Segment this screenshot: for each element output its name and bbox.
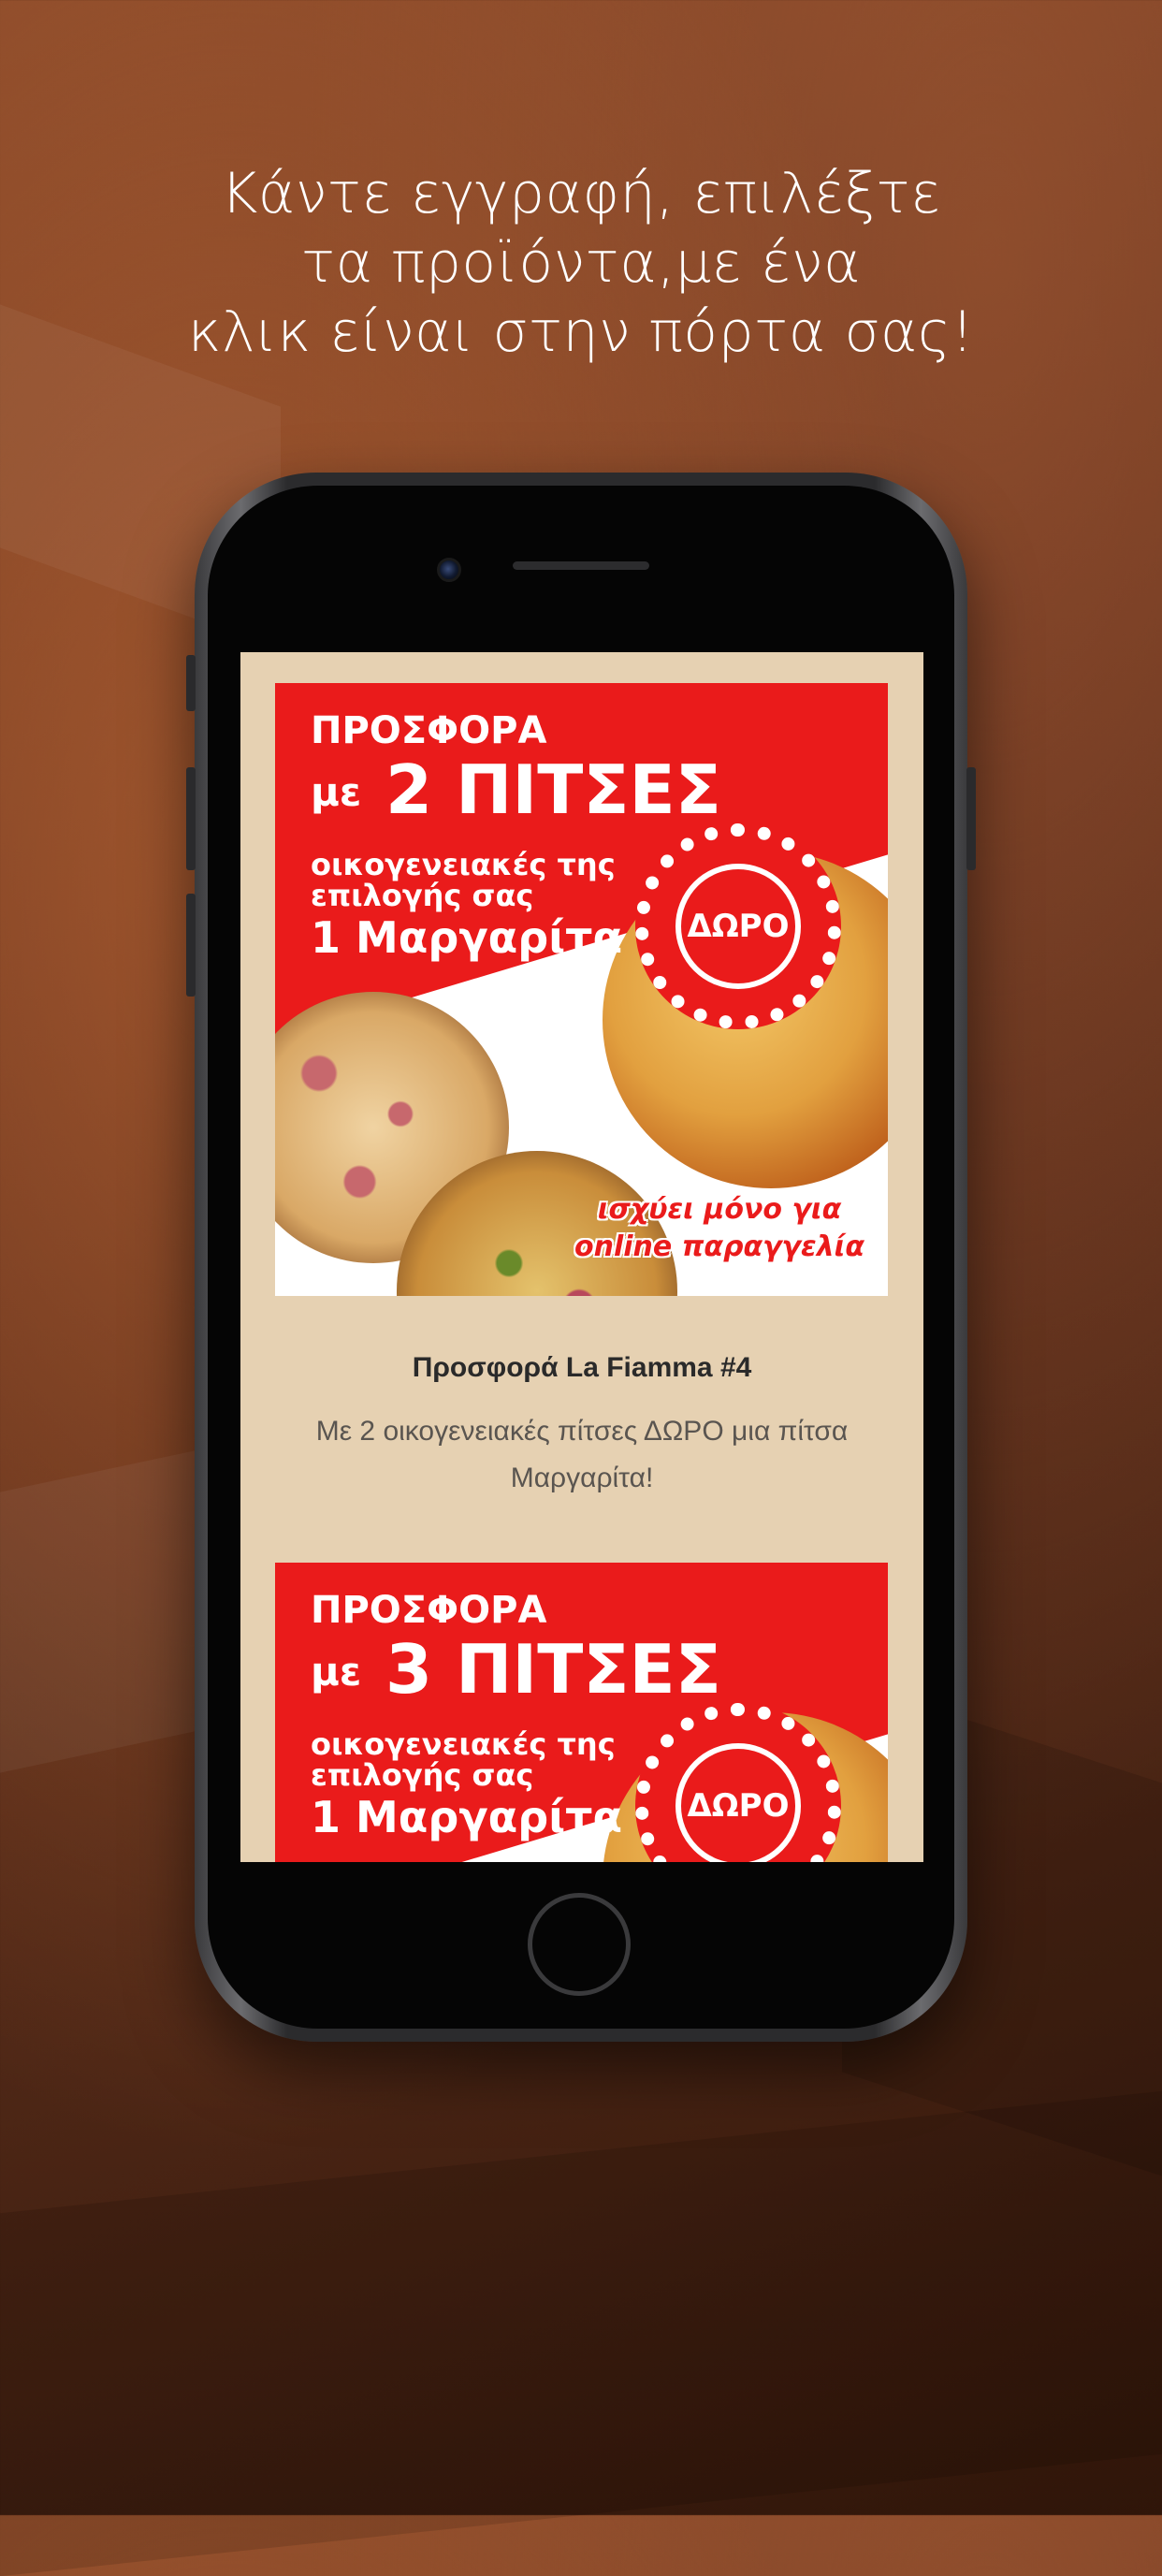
- home-button[interactable]: [528, 1893, 631, 1996]
- online-only-note: ισχύει μόνο για: [597, 1193, 842, 1226]
- promo-subtext: επιλογής σας: [311, 878, 534, 913]
- promo-prefix: με: [311, 1649, 362, 1695]
- app-screen: ΠΡΟΣΦΟΡΑ με 2 ΠΙΤΣΕΣ οικογενειακές της ε…: [240, 652, 923, 1862]
- power-button: [966, 767, 976, 870]
- gift-badge-label: ΔΩΡΟ: [675, 1742, 802, 1862]
- gift-badge: ΔΩΡΟ: [635, 823, 841, 1029]
- promo-subtext: επιλογής σας: [311, 1757, 534, 1793]
- offer-image[interactable]: ΠΡΟΣΦΟΡΑ με 3 ΠΙΤΣΕΣ οικογενειακές της ε…: [275, 1563, 888, 1862]
- volume-down-button: [186, 894, 196, 997]
- promo-heading: ΠΡΟΣΦΟΡΑ: [311, 1589, 547, 1632]
- volume-up-button: [186, 767, 196, 870]
- promo-gift-item: 1 Μαργαρίτα: [311, 1792, 623, 1842]
- headline-line: τα προϊόντα,με ένα: [300, 230, 862, 296]
- promo-pizza-count: 3 ΠΙΤΣΕΣ: [385, 1630, 721, 1709]
- offer-image[interactable]: ΠΡΟΣΦΟΡΑ με 2 ΠΙΤΣΕΣ οικογενειακές της ε…: [275, 683, 888, 1296]
- promo-prefix: με: [311, 769, 362, 815]
- promo-heading: ΠΡΟΣΦΟΡΑ: [311, 709, 547, 752]
- front-camera-icon: [437, 558, 461, 582]
- gift-badge-label: ΔΩΡΟ: [675, 863, 802, 990]
- headline-line: κλικ είναι στην πόρτα σας!: [187, 299, 975, 365]
- promo-pizza-count: 2 ΠΙΤΣΕΣ: [385, 750, 721, 829]
- headline-line: Κάντε εγγραφή, επιλέξτε: [220, 161, 942, 226]
- offer-title[interactable]: Προσφορά La Fiamma #4: [240, 1352, 923, 1384]
- online-only-note: online παραγγελία: [574, 1230, 864, 1263]
- background-facet: [0, 2090, 1162, 2576]
- offer-description: Με 2 οικογενειακές πίτσες ΔΩΡΟ μια πίτσα…: [315, 1416, 849, 1493]
- mute-switch: [186, 655, 196, 711]
- marketing-headline: Κάντε εγγραφή, επιλέξτε τα προϊόντα,με έ…: [0, 159, 1162, 367]
- promo-gift-item: 1 Μαργαρίτα: [311, 912, 623, 963]
- earpiece-speaker: [513, 561, 649, 570]
